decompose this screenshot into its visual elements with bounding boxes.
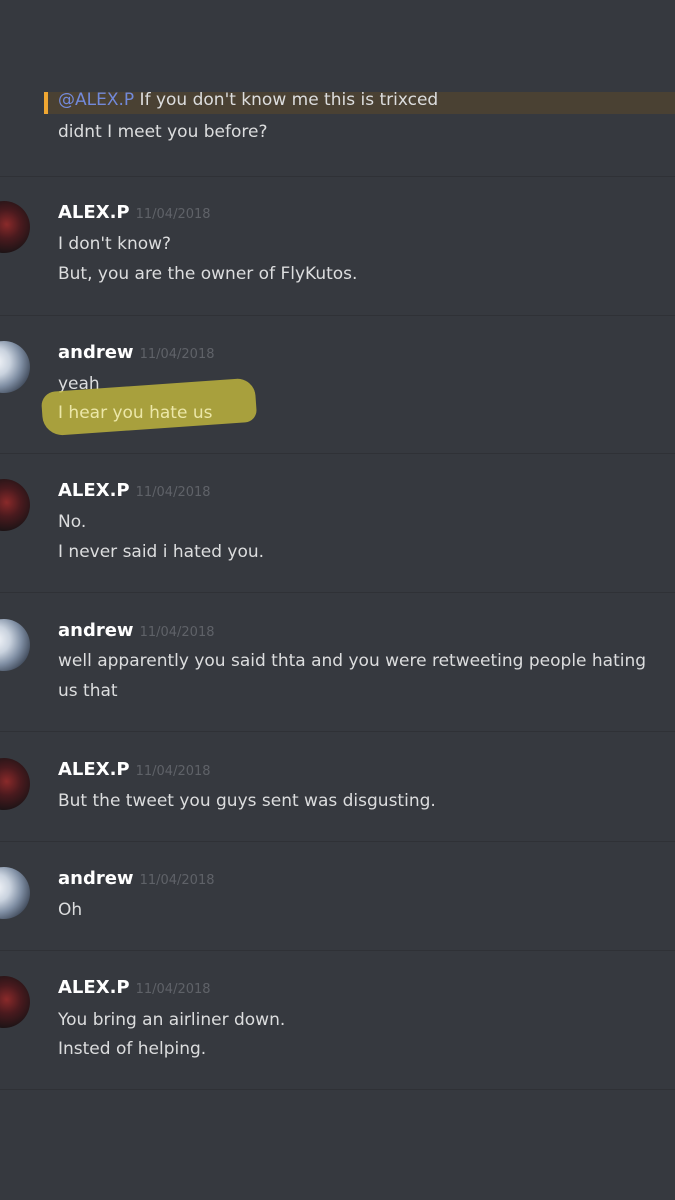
message-header: ALEX.P 11/04/2018 [58,202,211,223]
timestamp: 11/04/2018 [135,207,211,222]
message-divider [0,841,675,842]
avatar[interactable] [0,758,30,810]
message-header: andrew 11/04/2018 [58,342,215,363]
message-header: ALEX.P 11/04/2018 [58,480,211,501]
timestamp: 11/04/2018 [135,764,211,779]
message-line: But, you are the owner of FlyKutos. [58,264,358,284]
message-header: andrew 11/04/2018 [58,868,215,889]
highlighted-message-line: I hear you hate us [58,403,213,423]
timestamp: 11/04/2018 [139,873,215,888]
user-mention[interactable]: @ALEX.P [58,90,134,110]
message-line: didnt I meet you before? [58,122,268,142]
message-divider [0,176,675,177]
avatar[interactable] [0,341,30,393]
message-divider [0,731,675,732]
message-line: I never said i hated you. [58,542,265,562]
avatar[interactable] [0,976,30,1028]
username[interactable]: ALEX.P [58,977,130,998]
message-line: Insted of helping. [58,1039,207,1059]
message-header: andrew 11/04/2018 [58,620,215,641]
username[interactable]: andrew [58,620,134,641]
avatar[interactable] [0,201,30,253]
message-divider [0,950,675,951]
message-line: Oh [58,900,83,920]
avatar[interactable] [0,619,30,671]
message-divider [0,453,675,454]
mention-message-text: If you don't know me this is trixced [134,90,439,110]
timestamp: 11/04/2018 [139,625,215,640]
timestamp: 11/04/2018 [139,347,215,362]
timestamp: 11/04/2018 [135,982,211,997]
username[interactable]: ALEX.P [58,759,130,780]
message-divider [0,315,675,316]
message-divider [0,592,675,593]
username[interactable]: ALEX.P [58,480,130,501]
message-header: ALEX.P 11/04/2018 [58,977,211,998]
message-line: I don't know? [58,234,172,254]
message-line: No. [58,512,87,532]
message-line: But the tweet you guys sent was disgusti… [58,791,436,811]
message-header: ALEX.P 11/04/2018 [58,759,211,780]
timestamp: 11/04/2018 [135,485,211,500]
chat-log: @ALEX.P If you don't know me this is tri… [0,0,675,1200]
mention-message-line: @ALEX.P If you don't know me this is tri… [58,90,438,110]
message-divider [0,1089,675,1090]
message-line: well apparently you said thta and you we… [58,651,647,701]
username[interactable]: andrew [58,868,134,889]
username[interactable]: andrew [58,342,134,363]
username[interactable]: ALEX.P [58,202,130,223]
avatar[interactable] [0,479,30,531]
avatar[interactable] [0,867,30,919]
message-line: You bring an airliner down. [58,1010,286,1030]
